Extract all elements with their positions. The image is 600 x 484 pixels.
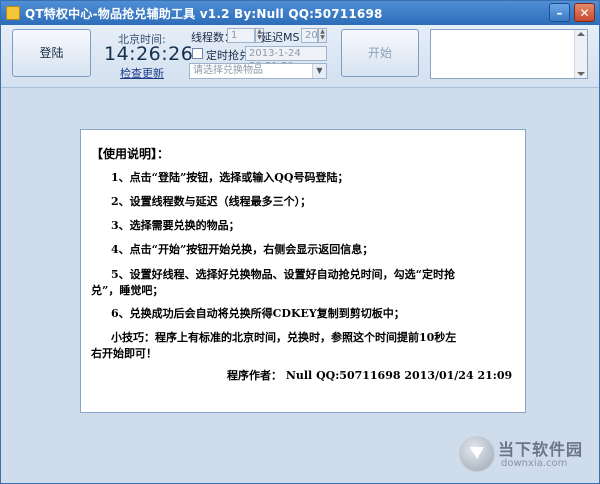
item-select-value: 请选择兑换物品 — [193, 65, 263, 76]
login-button[interactable]: 登陆 — [12, 29, 91, 77]
control-bar: 登陆 北京时间: 14:26:26 检查更新 线程数： 1 ▲ ▼ 延迟MS： 2… — [1, 25, 599, 88]
delay-stepper[interactable]: ▲ ▼ — [318, 28, 327, 43]
instruction-step-4: 4、点击“开始”按钮开始兑换，右侧会显示返回信息； — [111, 243, 374, 256]
timer-label: 定时抢兑 — [206, 49, 250, 62]
instruction-step-3: 3、选择需要兑换的物品； — [111, 219, 240, 232]
watermark-url: downxia.com — [501, 458, 568, 469]
item-select[interactable]: 请选择兑换物品 ▼ — [189, 63, 327, 79]
site-watermark: 当下软件园 downxia.com — [459, 433, 587, 479]
scroll-up-icon[interactable] — [577, 32, 585, 36]
instructions-panel: 【使用说明】： 1、点击“登陆”按钮，选择或输入QQ号码登陆； 2、设置线程数与… — [80, 129, 526, 413]
download-arrow-icon — [459, 436, 495, 472]
instruction-step-5: 5、设置好线程、选择好兑换物品、设置好自动抢兑时间，勾选“定时抢 — [111, 268, 455, 281]
instructions-heading: 【使用说明】： — [91, 147, 170, 161]
output-scrollbar[interactable] — [574, 30, 587, 78]
check-update-link[interactable]: 检查更新 — [120, 65, 164, 81]
close-button[interactable]: ✕ — [574, 3, 595, 22]
timer-datetime-field[interactable]: 2013-1-24 20:51:59 — [245, 46, 327, 72]
tip-line-2: 右开始即可！ — [91, 347, 157, 360]
clock-display: 14:26:26 — [104, 43, 194, 65]
chevron-down-icon: ▼ — [312, 64, 326, 78]
tip-line-1: 小技巧：程序上有标准的北京时间，兑换时，参照这个时间提前10秒左 — [111, 331, 457, 344]
result-output-box[interactable] — [430, 29, 588, 79]
window-title: QT特权中心-物品抢兑辅助工具 v1.2 By:Null QQ:50711698 — [25, 7, 383, 21]
scroll-down-icon[interactable] — [577, 72, 585, 76]
minimize-button[interactable]: – — [549, 3, 570, 22]
start-button[interactable]: 开始 — [341, 29, 419, 77]
watermark-title: 当下软件园 — [498, 440, 584, 459]
timer-checkbox[interactable] — [192, 48, 203, 59]
app-window: QT特权中心-物品抢兑辅助工具 v1.2 By:Null QQ:50711698… — [0, 0, 600, 484]
author-info: 程序作者： Null QQ:50711698 2013/01/24 21:09 — [227, 369, 513, 382]
instruction-step-2: 2、设置线程数与延迟（线程最多三个）； — [111, 195, 312, 208]
title-bar[interactable]: QT特权中心-物品抢兑辅助工具 v1.2 By:Null QQ:50711698… — [1, 1, 599, 25]
instruction-step-5-cont: 兑”，睡觉吧； — [91, 284, 164, 297]
instruction-step-1: 1、点击“登陆”按钮，选择或输入QQ号码登陆； — [111, 171, 349, 184]
instruction-step-6: 6、兑换成功后会自动将兑换所得CDKEY复制到剪切板中； — [111, 307, 405, 320]
threads-input[interactable]: 1 — [227, 28, 255, 43]
delay-input[interactable]: 200 — [301, 28, 324, 43]
app-icon — [6, 6, 20, 20]
